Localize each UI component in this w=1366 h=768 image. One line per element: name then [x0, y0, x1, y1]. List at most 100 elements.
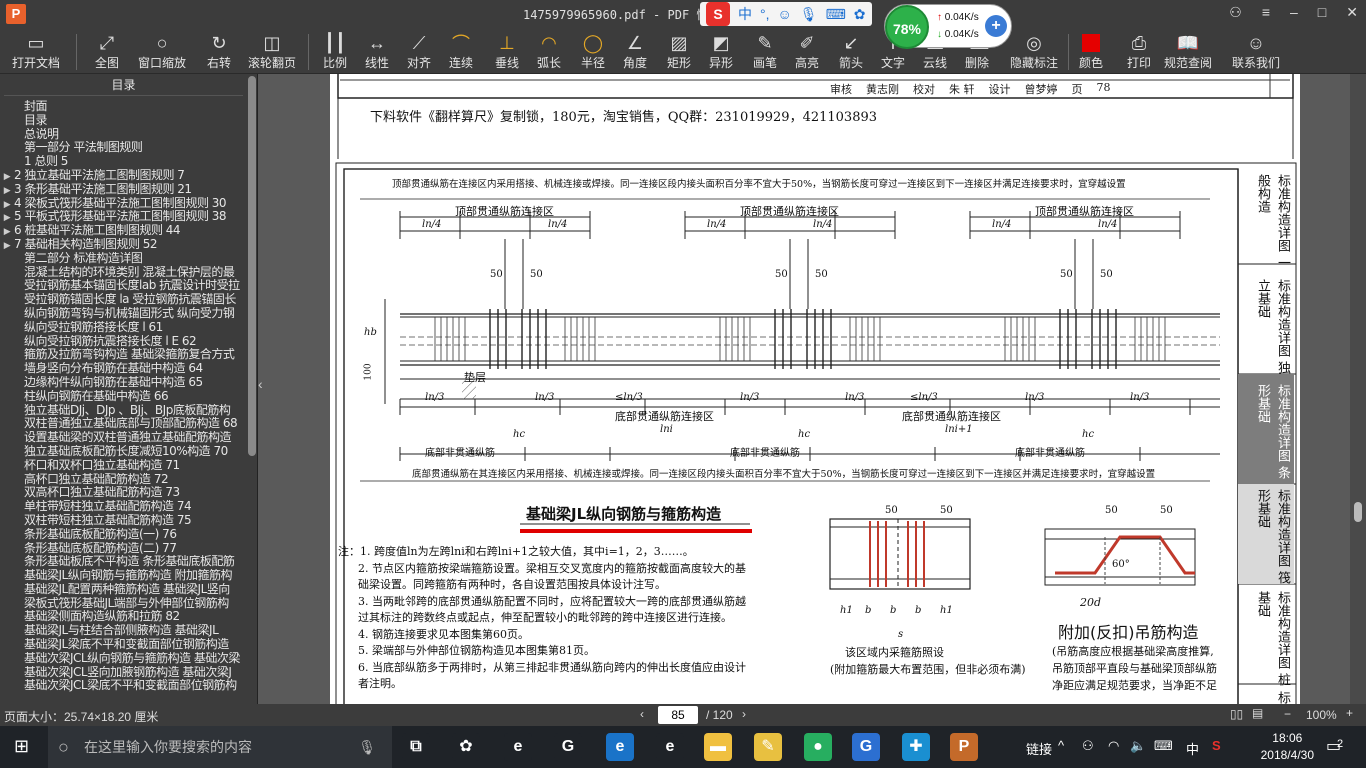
- toc-item[interactable]: 基础次梁JCL纵向钢筋与箍筋构造 基础次梁: [0, 652, 246, 666]
- sogou-icon[interactable]: S: [706, 2, 730, 26]
- toc-item[interactable]: 双柱普通独立基础底部与顶部配筋构造 68: [0, 417, 246, 431]
- toc-item[interactable]: ▶ 3 条形基础平法施工图制图规则 21: [0, 183, 246, 197]
- boost-icon[interactable]: +: [985, 15, 1007, 37]
- toolbar-arrow-button[interactable]: ↙ 箭头: [836, 30, 866, 74]
- ime-toolbar[interactable]: S 中 °, ☺ 🎙 ⌨ ✿: [700, 2, 872, 26]
- edge-icon[interactable]: e: [504, 733, 532, 761]
- toolbar-irregular-button[interactable]: ◩ 异形: [706, 30, 736, 74]
- toolbar-color-button[interactable]: 颜色: [1076, 30, 1106, 74]
- toc-item[interactable]: ▶ 7 基础相关构造制图规则 52: [0, 238, 246, 252]
- toolbar-highlight-button[interactable]: ✐ 高亮: [792, 30, 822, 74]
- single-page-icon[interactable]: ▯▯: [1230, 707, 1243, 721]
- fan-app-icon[interactable]: ✿: [452, 733, 480, 761]
- link-label[interactable]: 链接: [1026, 739, 1052, 758]
- expand-arrow-icon[interactable]: ▶: [0, 212, 14, 224]
- close-button[interactable]: ✕: [1346, 4, 1358, 21]
- toc-item[interactable]: 纵向受拉钢筋抗震搭接长度 l E 62: [0, 335, 246, 349]
- toc-item[interactable]: 目录: [0, 114, 246, 128]
- keyboard-icon[interactable]: ⌨: [1154, 738, 1173, 754]
- toc-item[interactable]: 受拉钢筋基本锚固长度lab 抗震设计时受拉: [0, 279, 246, 293]
- toc-item[interactable]: 第二部分 标准构造详图: [0, 252, 246, 266]
- toolbar-fit-button[interactable]: ⤢ 全图: [92, 30, 122, 74]
- toc-item[interactable]: 边缘构件纵向钢筋在基础中构造 65: [0, 376, 246, 390]
- minimize-button[interactable]: –: [1290, 4, 1298, 21]
- toolbar-spec-button[interactable]: 📖 规范查阅: [1164, 30, 1212, 74]
- speed-widget[interactable]: 78% ↑ 0.04K/s ↓ 0.04K/s +: [884, 4, 1012, 49]
- zoom-out-button[interactable]: −: [1284, 707, 1291, 721]
- toc-item[interactable]: 墙身竖向分布钢筋在基础中构造 64: [0, 362, 246, 376]
- toc-item[interactable]: 箍筋及拉筋弯钩构造 基础梁箍筋复合方式: [0, 348, 246, 362]
- toc-item[interactable]: 条形基础板底不平构造 条形基础底板配筋: [0, 555, 246, 569]
- toolbar-angle-button[interactable]: ∠ 角度: [620, 30, 650, 74]
- mic-icon[interactable]: 🎙: [358, 726, 376, 768]
- toc-item[interactable]: 双柱带短柱独立基础配筋构造 75: [0, 514, 246, 528]
- toc-item[interactable]: 柱纵向钢筋在基础中构造 66: [0, 390, 246, 404]
- toolbar-scroll-button[interactable]: ◫ 滚轮翻页: [248, 30, 296, 74]
- document-scrollbar[interactable]: [1350, 74, 1366, 704]
- toc-item[interactable]: 第一部分 平法制图规则: [0, 141, 246, 155]
- taskbar-search[interactable]: ○ 在这里输入你要搜索的内容 🎙: [48, 726, 392, 768]
- toc-item[interactable]: ▶ 5 平板式筏形基础平法施工图制图规则 38: [0, 210, 246, 224]
- toc-item[interactable]: 总说明: [0, 128, 246, 142]
- green-app-icon[interactable]: ●: [804, 733, 832, 761]
- toolbar-print-button[interactable]: ⎙ 打印: [1124, 30, 1154, 74]
- toc-item[interactable]: 混凝土结构的环境类别 混凝土保护层的最: [0, 266, 246, 280]
- toolbar-contact-button[interactable]: ☺ 联系我们: [1232, 30, 1280, 74]
- toc-item[interactable]: 独立基础底板配筋长度减短10%构造 70: [0, 445, 246, 459]
- toc-item[interactable]: 设置基础梁的双柱普通独立基础配筋构造: [0, 431, 246, 445]
- next-page-button[interactable]: ›: [742, 707, 746, 721]
- toolbar-aligned-button[interactable]: ⟋ 对齐: [404, 30, 434, 74]
- ie-icon[interactable]: e: [656, 733, 684, 761]
- toolbar-rect-button[interactable]: ▨ 矩形: [664, 30, 694, 74]
- expand-arrow-icon[interactable]: ▶: [0, 226, 14, 238]
- keyboard-icon[interactable]: ⌨: [826, 6, 846, 23]
- toolbar-arclen-button[interactable]: ◠ 弧长: [534, 30, 564, 74]
- collapse-sidebar-icon[interactable]: ‹: [258, 376, 268, 400]
- wifi-icon[interactable]: ◠: [1108, 738, 1119, 754]
- continuous-page-icon[interactable]: ▤: [1252, 706, 1263, 720]
- toc-item[interactable]: 条形基础底板配筋构造(一) 76: [0, 528, 246, 542]
- page-number-input[interactable]: 85: [658, 706, 698, 724]
- toc-item[interactable]: 基础梁JL梁底不平和变截面部位钢筋构造: [0, 638, 246, 652]
- toc-item[interactable]: 受拉钢筋锚固长度 la 受拉钢筋抗震锚固长: [0, 293, 246, 307]
- toc-item[interactable]: 基础梁JL配置两种箍筋构造 基础梁JL竖向: [0, 583, 246, 597]
- tool-app-icon[interactable]: ✚: [902, 733, 930, 761]
- toc-item[interactable]: 梁板式筏形基础JL端部与外伸部位钢筋构: [0, 597, 246, 611]
- expand-arrow-icon[interactable]: ▶: [0, 199, 14, 211]
- zoom-in-button[interactable]: +: [1346, 706, 1353, 720]
- toc-item[interactable]: 1 总则 5: [0, 155, 246, 169]
- start-icon[interactable]: ⊞: [14, 736, 29, 757]
- notes-icon[interactable]: ✎: [754, 733, 782, 761]
- explorer-icon[interactable]: ▬: [704, 733, 732, 761]
- toolbar-linear-button[interactable]: ↔ 线性: [362, 30, 392, 74]
- menu-icon[interactable]: ≡: [1262, 4, 1270, 21]
- toolbar-rotate-button[interactable]: ↻ 右转: [204, 30, 234, 74]
- toc-scroll-thumb[interactable]: [248, 76, 256, 456]
- ime-punct[interactable]: °,: [760, 6, 770, 22]
- toc-item[interactable]: 基础次梁JCL竖向加腋钢筋构造 基础次梁J: [0, 666, 246, 680]
- toolbar-radius-button[interactable]: ◯ 半径: [578, 30, 608, 74]
- toolbar-continuous-button[interactable]: ⌒ 连续: [446, 30, 476, 74]
- toc-item[interactable]: 独立基础DJj、DJp 、BJj、BJp底板配筋构: [0, 404, 246, 418]
- toc-item[interactable]: 纵向钢筋弯钩与机械锚固形式 纵向受力钢: [0, 307, 246, 321]
- toolbar-open-button[interactable]: ▭ 打开文档: [12, 30, 60, 74]
- sogou-tray-icon[interactable]: S: [1212, 738, 1221, 753]
- toc-item[interactable]: 基础梁JL纵向钢筋与箍筋构造 附加箍筋构: [0, 569, 246, 583]
- toc-item[interactable]: 纵向受拉钢筋搭接长度 l 61: [0, 321, 246, 335]
- prev-page-button[interactable]: ‹: [640, 707, 644, 721]
- user-icon[interactable]: ⚇: [1229, 4, 1242, 21]
- toolbar-pen-button[interactable]: ✎ 画笔: [750, 30, 780, 74]
- document-scroll-thumb[interactable]: [1354, 502, 1362, 522]
- toc-item[interactable]: 基础梁侧面构造纵筋和拉筋 82: [0, 610, 246, 624]
- pdf-viewer-icon[interactable]: P: [950, 733, 978, 761]
- browser-icon[interactable]: G: [554, 733, 582, 761]
- emoji-icon[interactable]: ☺: [778, 6, 792, 22]
- g-app-icon[interactable]: G: [852, 733, 880, 761]
- toolbar-scale-button[interactable]: ┃┃ 比例: [320, 30, 350, 74]
- people-icon[interactable]: ⚇: [1082, 738, 1094, 754]
- skin-icon[interactable]: ✿: [854, 6, 866, 23]
- toc-item[interactable]: 条形基础底板配筋构造(二) 77: [0, 542, 246, 556]
- mic-icon[interactable]: 🎙: [800, 6, 818, 23]
- edge-blue-icon[interactable]: e: [606, 733, 634, 761]
- task-view-icon[interactable]: ⧉: [402, 733, 430, 761]
